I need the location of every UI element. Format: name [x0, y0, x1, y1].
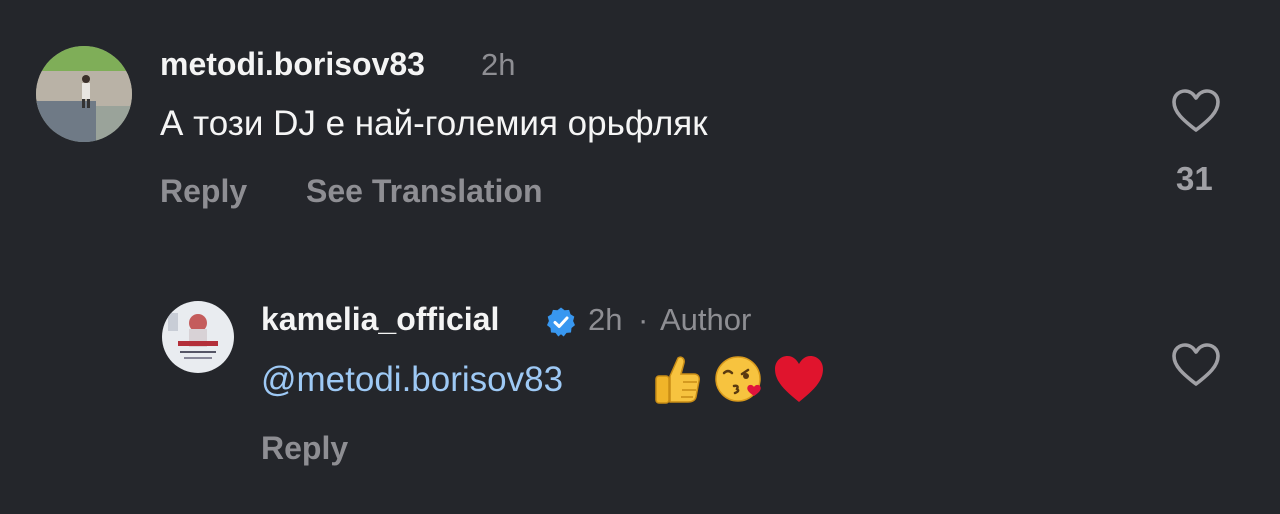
comment-timestamp: 2h: [481, 47, 516, 82]
thumbs-up-icon: [655, 356, 700, 404]
verified-badge-icon: [547, 307, 575, 337]
kissing-face-with-heart-icon: [715, 356, 761, 402]
like-heart-icon[interactable]: [1171, 88, 1221, 134]
comment-timestamp: 2h: [588, 302, 623, 337]
mention-link[interactable]: @metodi.borisov83: [261, 360, 563, 400]
comment-username[interactable]: metodi.borisov83: [160, 46, 425, 83]
reply-button[interactable]: Reply: [261, 430, 348, 467]
avatar[interactable]: [36, 46, 132, 142]
avatar-photo: [36, 46, 132, 142]
comment-text: А този DJ е най-големия орьфляк: [160, 104, 708, 143]
avatar-album-cover: [162, 301, 234, 373]
red-heart-icon: [775, 356, 823, 402]
see-translation-button[interactable]: See Translation: [306, 173, 543, 210]
author-label: Author: [660, 302, 752, 337]
reply-button[interactable]: Reply: [160, 173, 247, 210]
avatar[interactable]: [162, 301, 234, 373]
like-heart-icon[interactable]: [1171, 342, 1221, 388]
comment-username[interactable]: kamelia_official: [261, 301, 499, 338]
separator-dot: ·: [638, 302, 649, 337]
like-count: 31: [1176, 160, 1213, 197]
